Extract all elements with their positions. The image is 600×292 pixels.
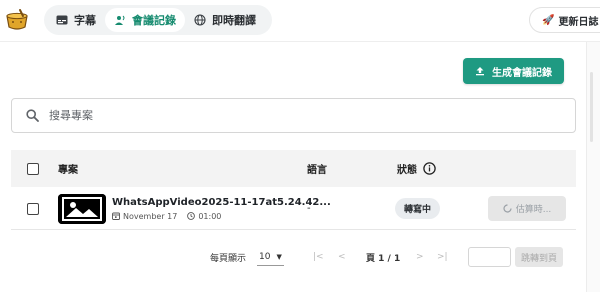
microphone-person-icon [115, 15, 125, 25]
jump-input-wrap [468, 245, 511, 269]
info-icon[interactable] [423, 162, 436, 175]
changelog-label: 更新日誌 [558, 16, 599, 28]
project-name[interactable]: WhatsAppVideo2025-11-17at5.24.42... [112, 197, 331, 208]
pagination: 每頁顯示 10 ▼ |< < 頁 1 / 1 > >| 跳轉到頁 [0, 245, 586, 269]
side-panel-edge [586, 42, 600, 292]
generate-label: 生成會議記錄 [492, 67, 552, 79]
last-page-icon[interactable]: >| [437, 245, 448, 269]
search-icon [26, 109, 39, 122]
top-bar: 字幕 會議記錄 即時翻譯 🚀 更新日誌 [0, 0, 600, 42]
date-meta: November 17 [112, 212, 177, 221]
tab-subtitles[interactable]: 字幕 [47, 8, 105, 32]
select-all-checkbox[interactable] [27, 162, 39, 175]
tab-label: 即時翻譯 [212, 14, 256, 27]
select-all-cell [27, 150, 39, 187]
per-page-select[interactable]: 10 ▼ [257, 248, 284, 266]
jump-button-wrap: 跳轉到頁 [515, 245, 563, 269]
image-placeholder-icon [58, 193, 106, 224]
clock-icon [187, 212, 196, 220]
estimate-label: 估算時... [515, 205, 552, 215]
rocket-icon: 🚀 [542, 14, 555, 26]
first-page-icon[interactable]: |< [313, 245, 324, 269]
project-language: - [307, 203, 311, 214]
column-header-language[interactable]: 語言 [307, 150, 327, 187]
subtitle-icon [56, 15, 68, 25]
column-header-status: 狀態 [397, 150, 436, 187]
per-page-value: 10 [259, 251, 271, 262]
project-duration: 01:00 [198, 211, 222, 221]
project-date: November 17 [123, 211, 178, 221]
status-header-label: 狀態 [397, 165, 417, 176]
changelog-button[interactable]: 🚀 更新日誌 [529, 7, 600, 33]
app-logo[interactable] [4, 7, 30, 33]
prev-page-icon[interactable]: < [338, 245, 346, 269]
row-select-cell [27, 187, 39, 230]
project-meta: November 17 01:00 [112, 212, 221, 221]
globe-icon [194, 14, 206, 26]
status-badge: 轉寫中 [395, 198, 441, 219]
per-page-label: 每頁顯示 [210, 253, 247, 264]
chevron-down-icon: ▼ [276, 252, 282, 261]
search-input[interactable] [49, 109, 529, 122]
tab-meeting-notes[interactable]: 會議記錄 [105, 8, 185, 32]
loading-spinner-icon [503, 204, 512, 213]
search-box [11, 98, 576, 133]
row-status-cell: 轉寫中 [395, 187, 441, 230]
tab-label: 會議記錄 [132, 14, 176, 27]
table-row[interactable]: WhatsAppVideo2025-11-17at5.24.42... Nove… [11, 187, 576, 230]
generate-meeting-notes-button[interactable]: 生成會議記錄 [463, 58, 564, 84]
duration-meta: 01:00 [187, 212, 221, 221]
row-title-cell: WhatsAppVideo2025-11-17at5.24.42... Nove… [112, 187, 331, 230]
estimate-time-button[interactable]: 估算時... [488, 196, 566, 221]
main-nav-tabs: 字幕 會議記錄 即時翻譯 [44, 5, 272, 35]
jump-page-input[interactable] [468, 247, 511, 267]
next-page-icon[interactable]: > [416, 245, 424, 269]
table-header: 專案 語言 狀態 [11, 150, 576, 187]
jump-to-page-button[interactable]: 跳轉到頁 [515, 247, 563, 267]
per-page-select-wrap: 10 ▼ [257, 245, 284, 269]
video-thumbnail [58, 193, 106, 224]
upload-icon [476, 67, 484, 76]
row-thumbnail-cell [58, 187, 106, 230]
tab-label: 字幕 [74, 14, 96, 27]
calendar-icon [112, 212, 120, 220]
row-action-cell: 估算時... [488, 187, 566, 230]
scrollbar-thumb[interactable] [590, 72, 593, 142]
column-header-project[interactable]: 專案 [58, 150, 78, 187]
page-indicator: 頁 1 / 1 [366, 253, 401, 264]
tab-live-translation[interactable]: 即時翻譯 [185, 8, 265, 32]
row-checkbox[interactable] [27, 202, 39, 215]
